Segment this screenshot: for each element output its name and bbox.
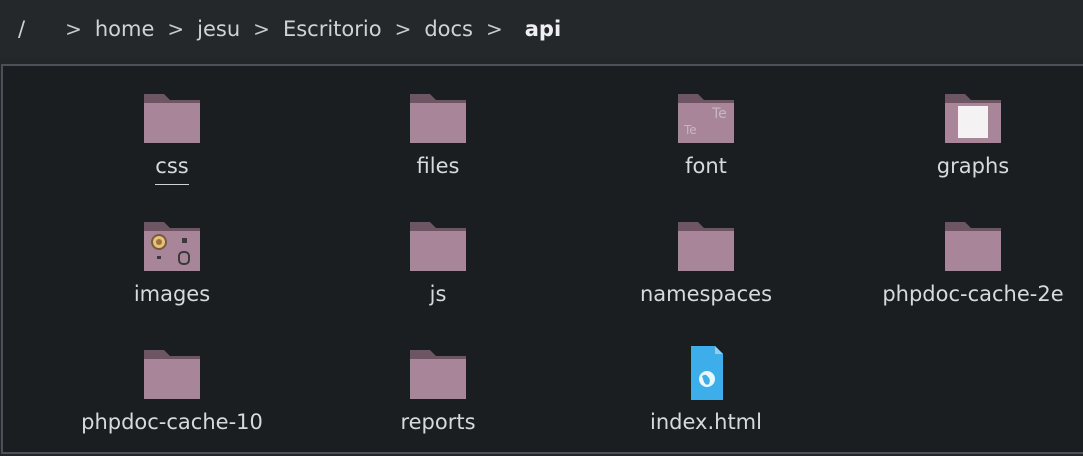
folder-icon (144, 94, 200, 143)
item-name: namespaces (639, 282, 773, 306)
item-name: phpdoc-cache-10 (81, 410, 263, 434)
folder-item-files[interactable]: files (338, 90, 538, 200)
folder-item-js[interactable]: js (338, 218, 538, 328)
folder-icon (410, 222, 466, 271)
breadcrumb-escritorio[interactable]: Escritorio (283, 17, 382, 41)
folder-item-phpdoc-cache-10[interactable]: phpdoc-cache-10 (72, 346, 272, 456)
item-name: css (155, 154, 189, 185)
chevron-right-icon: > (65, 17, 82, 41)
folder-item-namespaces[interactable]: namespaces (606, 218, 806, 328)
file-item-index-html[interactable]: index.html (606, 346, 806, 456)
folder-item-graphs[interactable]: graphs (873, 90, 1073, 200)
folder-images-icon (144, 222, 200, 271)
chevron-right-icon: > (253, 17, 270, 41)
breadcrumb: / > home > jesu > Escritorio > docs > ap… (0, 0, 1083, 58)
folder-item-phpdoc-cache-2e[interactable]: phpdoc-cache-2e (873, 218, 1073, 328)
folder-item-reports[interactable]: reports (338, 346, 538, 456)
item-name: graphs (936, 154, 1010, 178)
file-icon-view[interactable]: css files Te Te font graphs images js na… (1, 64, 1083, 454)
svg-text:Te: Te (683, 123, 697, 137)
item-name: phpdoc-cache-2e (882, 282, 1064, 306)
folder-item-images[interactable]: images (72, 218, 272, 328)
breadcrumb-home[interactable]: home (95, 17, 155, 41)
item-name: index.html (650, 410, 762, 434)
svg-text:Te: Te (711, 106, 727, 122)
folder-icon (144, 350, 200, 399)
folder-item-css[interactable]: css (72, 90, 272, 200)
breadcrumb-root[interactable]: / (18, 17, 25, 41)
chevron-right-icon: > (486, 17, 503, 41)
chevron-right-icon: > (394, 17, 412, 41)
breadcrumb-current[interactable]: api (525, 17, 561, 41)
html-file-icon (691, 346, 723, 400)
item-name: font (685, 154, 727, 178)
folder-font-icon: Te Te (678, 94, 734, 143)
folder-icon (410, 94, 466, 143)
item-name: js (429, 282, 447, 306)
item-name: images (133, 282, 211, 306)
item-name: files (416, 154, 460, 178)
folder-item-font[interactable]: Te Te font (606, 90, 806, 200)
folder-icon (945, 222, 1001, 271)
chevron-right-icon: > (167, 17, 185, 41)
breadcrumb-jesu[interactable]: jesu (197, 17, 240, 41)
folder-graphs-icon (945, 94, 1001, 143)
folder-icon (678, 222, 734, 271)
folder-icon (410, 350, 466, 399)
breadcrumb-docs[interactable]: docs (424, 17, 473, 41)
item-name: reports (400, 410, 476, 434)
